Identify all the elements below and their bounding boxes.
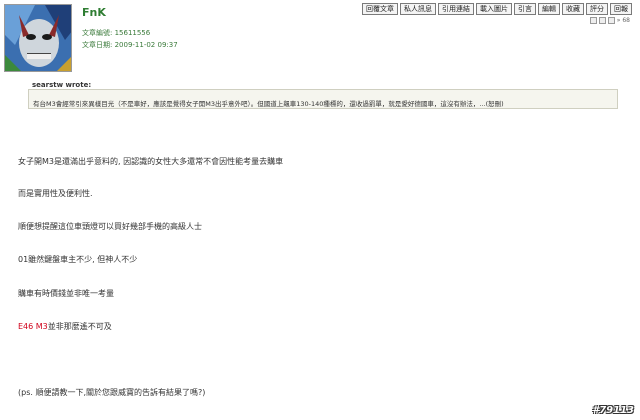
quote-block: searstw wrote: 有台M3會經常引來異樣目光（不是車好，應該是覺得女…	[28, 81, 618, 109]
favorite-button[interactable]: 收藏	[562, 3, 584, 15]
square-icon[interactable]	[589, 17, 597, 24]
body-paragraph-5: 購車有時價錢並非唯一考量	[18, 289, 114, 298]
avatar-image	[5, 5, 71, 71]
article-id: 文章編號: 15611556	[82, 29, 151, 37]
body-paragraph-4: 01雖然鍵盤車主不少, 但神人不少	[18, 255, 138, 264]
reply-button[interactable]: 回覆文章	[362, 3, 398, 15]
load-images-button[interactable]: 載入圖片	[476, 3, 512, 15]
square-icon[interactable]	[607, 17, 615, 24]
quote-text: 有台M3會經常引來異樣目光（不是車好，應該是覺得女子開M3出乎意外吧）。但國道上…	[33, 100, 504, 108]
quote-link-button[interactable]: 引用連結	[438, 3, 474, 15]
quote-button[interactable]: 引言	[514, 3, 536, 15]
page-indicator: » 68	[589, 17, 630, 24]
body-paragraph-7: (ps. 順便請教一下,關於您跟威寶的告訴有結果了嗎?)	[18, 388, 206, 397]
body-paragraph-2: 而是實用性及便利性.	[18, 189, 93, 198]
square-icon[interactable]	[598, 17, 606, 24]
private-message-button[interactable]: 私人訊息	[400, 3, 436, 15]
body-paragraph-6-rest: 並非那麼遙不可及	[47, 322, 112, 331]
body-paragraph-6: E46 M3並非那麼遙不可及	[18, 321, 112, 332]
quote-header: searstw wrote:	[32, 81, 92, 89]
watermark: #79113	[592, 405, 634, 416]
report-button[interactable]: 回報	[610, 3, 632, 15]
page-number: 68	[622, 17, 630, 24]
author-name[interactable]: FnK	[82, 6, 106, 19]
article-date: 文章日期: 2009-11-02 09:37	[82, 41, 178, 49]
post-toolbar: 回覆文章 私人訊息 引用連結 載入圖片 引言 編輯 收藏 評分 回報	[362, 3, 632, 15]
body-paragraph-1: 女子開M3是還滿出乎意料的, 因認識的女性大多還常不會因性能考量去購車	[18, 157, 284, 166]
edit-button[interactable]: 編輯	[538, 3, 560, 15]
arrow-icon: »	[616, 17, 621, 24]
avatar[interactable]	[4, 4, 72, 72]
car-model-highlight: E46 M3	[18, 322, 48, 331]
rate-button[interactable]: 評分	[586, 3, 608, 15]
body-paragraph-3: 順便想提醒這位車頭燈可以買好幾部手機的高級人士	[18, 222, 202, 231]
